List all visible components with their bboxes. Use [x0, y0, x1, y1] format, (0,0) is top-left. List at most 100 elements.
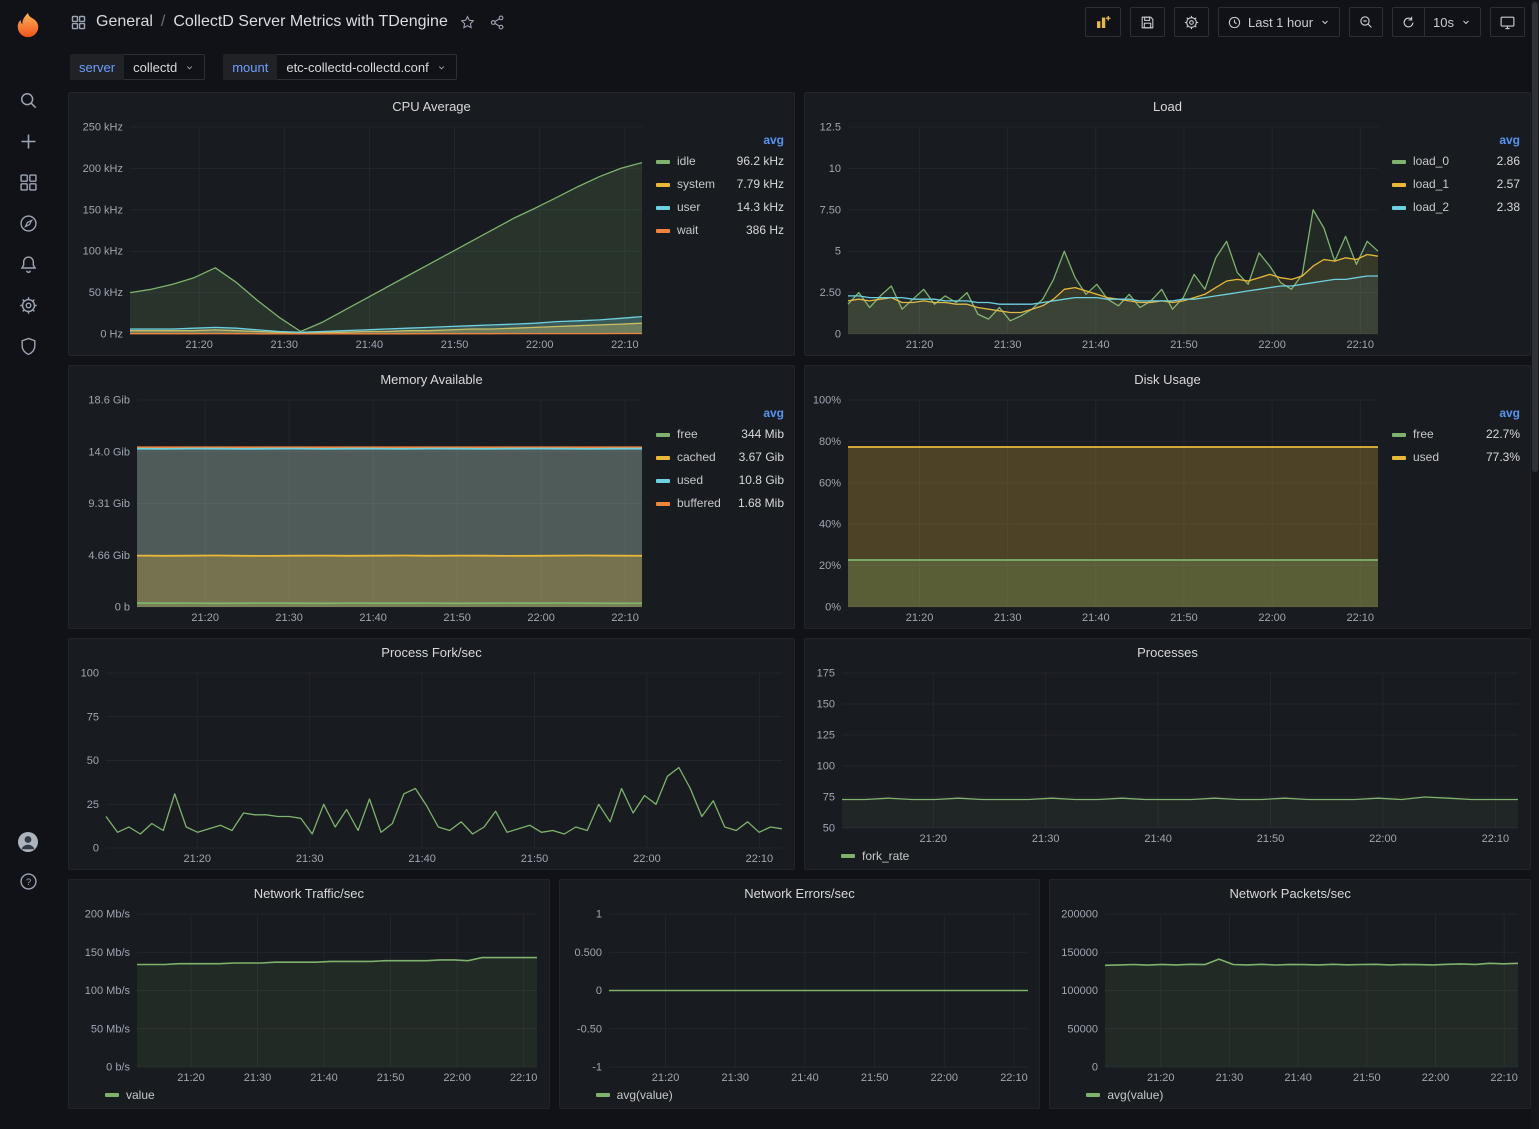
breadcrumb: General / CollectD Server Metrics with T… [96, 13, 448, 31]
star-dashboard-button[interactable] [457, 12, 478, 33]
legend-item-user[interactable]: user14.3 kHz [656, 201, 784, 214]
scrollbar-thumb[interactable] [1532, 2, 1538, 472]
legend-item-used[interactable]: used77.3% [1392, 451, 1520, 464]
legend-item-free[interactable]: free344 Mib [656, 428, 784, 441]
svg-text:150000: 150000 [1062, 947, 1099, 959]
sidebar-item-configuration[interactable] [11, 293, 45, 317]
refresh-button[interactable] [1392, 7, 1424, 37]
fork-chart[interactable]: 025507510021:2021:3021:4021:5022:0022:10 [75, 665, 788, 866]
cpu-chart[interactable]: 0 Hz50 kHz100 kHz150 kHz200 kHz250 kHz21… [75, 119, 648, 352]
svg-text:21:20: 21:20 [919, 833, 947, 845]
panel-title[interactable]: Processes [805, 639, 1530, 665]
legend-item-avg(value)[interactable]: avg(value) [1086, 1089, 1163, 1102]
legend-item-buffered[interactable]: buffered1.68 Mib [656, 497, 784, 510]
share-dashboard-button[interactable] [487, 12, 508, 33]
sidebar-item-server-admin[interactable] [11, 334, 45, 358]
load-chart[interactable]: 02.5057.501012.521:2021:3021:4021:5022:0… [811, 119, 1384, 352]
legend-item-load_2[interactable]: load_22.38 [1392, 201, 1520, 214]
sidebar-item-alerting[interactable] [11, 252, 45, 276]
legend-avg-header: avg [656, 133, 784, 147]
legend-swatch [656, 229, 670, 233]
legend-item-avg(value)[interactable]: avg(value) [596, 1089, 673, 1102]
sidebar-item-search[interactable] [11, 88, 45, 112]
share-icon [489, 14, 506, 31]
legend-series-name: buffered [677, 497, 721, 510]
svg-text:50 Mb/s: 50 Mb/s [91, 1023, 131, 1035]
chart-canvas[interactable]: 0 b4.66 Gib9.31 Gib14.0 Gib18.6 Gib21:20… [75, 392, 648, 625]
svg-text:21:30: 21:30 [1216, 1072, 1244, 1084]
panel-title[interactable]: Network Packets/sec [1050, 880, 1530, 906]
memory-chart[interactable]: 0 b4.66 Gib9.31 Gib14.0 Gib18.6 Gib21:20… [75, 392, 648, 625]
panel-title[interactable]: Network Traffic/sec [69, 880, 549, 906]
refresh-interval-select[interactable]: 10s [1424, 7, 1481, 37]
legend-series-name: avg(value) [617, 1089, 673, 1102]
panel-title[interactable]: Memory Available [69, 366, 794, 392]
disk-chart[interactable]: 0%20%40%60%80%100%21:2021:3021:4021:5022… [811, 392, 1384, 625]
mount-variable-select[interactable]: etc-collectd-collectd.conf [277, 54, 456, 80]
svg-text:21:20: 21:20 [177, 1072, 205, 1084]
vertical-scrollbar[interactable] [1531, 0, 1539, 1129]
add-panel-button[interactable] [1085, 7, 1121, 37]
legend-item-load_1[interactable]: load_12.57 [1392, 178, 1520, 191]
legend-item-wait[interactable]: wait386 Hz [656, 224, 784, 237]
errors-chart[interactable]: -1-0.5000.500121:2021:3021:4021:5022:002… [566, 906, 1034, 1085]
legend-item-cached[interactable]: cached3.67 Gib [656, 451, 784, 464]
panel-title[interactable]: Network Errors/sec [560, 880, 1040, 906]
legend-item-load_0[interactable]: load_02.86 [1392, 155, 1520, 168]
legend-item-system[interactable]: system7.79 kHz [656, 178, 784, 191]
svg-text:0: 0 [835, 329, 841, 341]
chart-canvas[interactable]: 0%20%40%60%80%100%21:2021:3021:4021:5022… [811, 392, 1384, 625]
legend-item-fork_rate[interactable]: fork_rate [841, 850, 909, 863]
panel-title[interactable]: Process Fork/sec [69, 639, 794, 665]
clock-icon [1227, 15, 1242, 30]
server-variable-select[interactable]: collectd [124, 54, 205, 80]
chevron-down-icon [184, 62, 195, 73]
svg-text:22:10: 22:10 [611, 612, 639, 624]
sidebar-item-profile[interactable] [11, 830, 45, 854]
grafana-home-button[interactable] [11, 8, 45, 42]
svg-text:-1: -1 [592, 1062, 602, 1074]
panel-title[interactable]: Load [805, 93, 1530, 119]
legend-series-name: user [677, 201, 700, 214]
svg-text:22:00: 22:00 [1258, 612, 1286, 624]
save-dashboard-button[interactable] [1130, 7, 1165, 37]
time-range-picker[interactable]: Last 1 hour [1218, 7, 1340, 37]
chart-canvas[interactable]: 0 b/s50 Mb/s100 Mb/s150 Mb/s200 Mb/s21:2… [75, 906, 543, 1085]
chart-canvas[interactable]: -1-0.5000.500121:2021:3021:4021:5022:002… [566, 906, 1034, 1085]
legend-item-free[interactable]: free22.7% [1392, 428, 1520, 441]
packets-chart[interactable]: 05000010000015000020000021:2021:3021:402… [1056, 906, 1524, 1085]
panel-title[interactable]: Disk Usage [805, 366, 1530, 392]
svg-text:100 kHz: 100 kHz [83, 246, 123, 258]
chart-canvas[interactable]: 0 Hz50 kHz100 kHz150 kHz200 kHz250 kHz21… [75, 119, 648, 352]
chart-canvas[interactable]: 025507510021:2021:3021:4021:5022:0022:10 [75, 665, 788, 866]
svg-text:250 kHz: 250 kHz [83, 122, 123, 134]
svg-text:21:50: 21:50 [1170, 612, 1198, 624]
processes-chart[interactable]: 507510012515017521:2021:3021:4021:5022:0… [811, 665, 1524, 846]
svg-text:0.500: 0.500 [574, 947, 602, 959]
chart-canvas[interactable]: 05000010000015000020000021:2021:3021:402… [1056, 906, 1524, 1085]
dashboard-settings-button[interactable] [1174, 7, 1209, 37]
breadcrumb-folder[interactable]: General [96, 13, 153, 31]
svg-text:21:20: 21:20 [651, 1072, 679, 1084]
legend-item-idle[interactable]: idle96.2 kHz [656, 155, 784, 168]
sidebar-item-dashboards[interactable] [11, 170, 45, 194]
cycle-view-button[interactable] [1490, 7, 1525, 37]
legend-series-value: 96.2 kHz [737, 155, 784, 168]
chart-canvas[interactable]: 02.5057.501012.521:2021:3021:4021:5022:0… [811, 119, 1384, 352]
panel-title[interactable]: CPU Average [69, 93, 794, 119]
svg-text:2.50: 2.50 [820, 287, 841, 299]
sidebar-item-explore[interactable] [11, 211, 45, 235]
legend-item-value[interactable]: value [105, 1089, 155, 1102]
traffic-chart[interactable]: 0 b/s50 Mb/s100 Mb/s150 Mb/s200 Mb/s21:2… [75, 906, 543, 1085]
zoom-out-button[interactable] [1349, 7, 1383, 37]
legend-swatch [841, 854, 855, 858]
legend-item-used[interactable]: used10.8 Gib [656, 474, 784, 487]
sidebar-item-help[interactable]: ? [11, 869, 45, 893]
svg-text:0: 0 [1092, 1062, 1098, 1074]
svg-text:0: 0 [596, 985, 602, 997]
panel-process-fork: Process Fork/sec 025507510021:2021:3021:… [68, 638, 795, 870]
toolbar-right: Last 1 hour 10s [1085, 7, 1525, 37]
legend-swatch [656, 183, 670, 187]
sidebar-item-create[interactable] [11, 129, 45, 153]
chart-canvas[interactable]: 507510012515017521:2021:3021:4021:5022:0… [811, 665, 1524, 846]
